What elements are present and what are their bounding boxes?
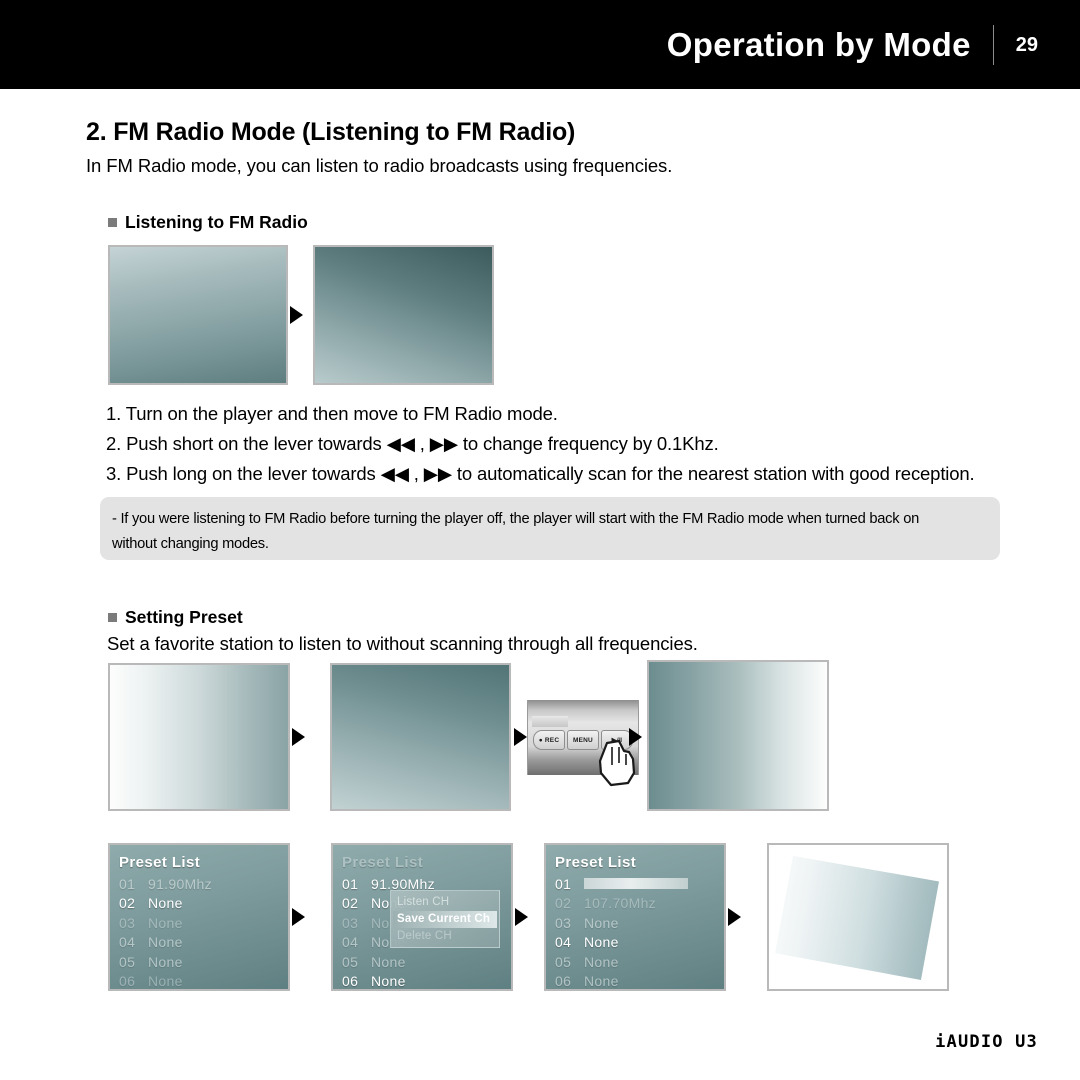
- preset-list-item[interactable]: 06 None: [119, 972, 288, 990]
- screenshot-fm-radio-step2: [313, 245, 494, 385]
- preset-list-rows: 01 02 107.70Mhz 03 None 04 None 05 None …: [555, 874, 724, 990]
- preset-list-item[interactable]: 01: [555, 874, 724, 894]
- preset-value: None: [148, 953, 183, 970]
- square-bullet-icon: [108, 613, 117, 622]
- preset-list-title: Preset List: [119, 854, 201, 871]
- preset-list-item[interactable]: 01 91.90Mhz: [119, 874, 288, 894]
- screenshot-preset-step1: [108, 663, 290, 811]
- menu-item-delete-ch[interactable]: Delete CH: [393, 928, 497, 945]
- device-menu-button[interactable]: MENU: [567, 730, 599, 750]
- flow-arrow-icon: [728, 908, 741, 926]
- preset-value: None: [584, 953, 619, 970]
- step-item-2: 2. Push short on the lever towards ◀◀ , …: [106, 433, 719, 454]
- preset-index: 01: [555, 875, 572, 892]
- flow-arrow-icon: [290, 306, 303, 324]
- preset-list-item[interactable]: 05 None: [555, 952, 724, 972]
- preset-index: 02: [555, 895, 572, 912]
- preset-list-screen-2: Preset List 01 91.90Mhz 02 None 03 None …: [331, 843, 513, 991]
- section-intro: In FM Radio mode, you can listen to radi…: [86, 155, 673, 176]
- device-screen-strip: [532, 716, 568, 727]
- screenshot-preset-step2: [330, 663, 511, 811]
- screenshot-fm-radio-step1: [108, 245, 288, 385]
- preset-index: 03: [342, 914, 359, 931]
- preset-index: 06: [342, 973, 359, 990]
- preset-value: 91.90Mhz: [148, 875, 212, 892]
- preset-index: 06: [555, 973, 572, 990]
- preset-list-item[interactable]: 03 None: [555, 913, 724, 933]
- preset-value: 107.70Mhz: [584, 895, 656, 912]
- page-number: 29: [1015, 33, 1038, 56]
- menu-item-listen-ch[interactable]: Listen CH: [393, 894, 497, 911]
- preset-index: 04: [555, 934, 572, 951]
- screenshot-preset-final: [767, 843, 949, 991]
- preset-index: 04: [119, 934, 136, 951]
- sub-heading-setting-preset: Setting Preset: [108, 607, 243, 628]
- preset-index: 05: [119, 953, 136, 970]
- preset-list-screen-1: Preset List 01 91.90Mhz 02 None 03 None …: [108, 843, 290, 991]
- flow-arrow-icon: [292, 728, 305, 746]
- preset-list-item[interactable]: 05 None: [342, 952, 511, 972]
- preset-value: None: [148, 895, 183, 912]
- preset-index: 04: [342, 934, 359, 951]
- preset-value: None: [148, 914, 183, 931]
- preset-value: None: [148, 973, 183, 990]
- preset-value: None: [584, 934, 619, 951]
- page-header: Operation by Mode 29: [0, 0, 1080, 89]
- step-item-3: 3. Push long on the lever towards ◀◀ , ▶…: [106, 463, 975, 484]
- note-line-2: without changing modes.: [112, 536, 269, 552]
- preset-list-item[interactable]: 05 None: [119, 952, 288, 972]
- preset-list-item[interactable]: 03 None: [119, 913, 288, 933]
- preset-index: 02: [342, 895, 359, 912]
- flow-arrow-icon: [514, 728, 527, 746]
- preset-index: 02: [119, 895, 136, 912]
- note-line-1: - If you were listening to FM Radio befo…: [112, 511, 920, 527]
- header-divider: [992, 24, 994, 65]
- preset-list-rows: 01 91.90Mhz 02 None 03 None 04 None 05 N…: [119, 874, 288, 990]
- preset-list-title: Preset List: [555, 854, 637, 871]
- preset-list-item[interactable]: 04 None: [555, 933, 724, 953]
- preset-value: None: [584, 973, 619, 990]
- device-rec-button[interactable]: ● REC: [533, 730, 565, 750]
- preset-index: 05: [342, 953, 359, 970]
- listening-steps: 1. Turn on the player and then move to F…: [106, 399, 975, 489]
- step-item-1: 1. Turn on the player and then move to F…: [106, 403, 558, 424]
- hand-pointer-icon: [597, 739, 639, 787]
- section-heading: 2. FM Radio Mode (Listening to FM Radio): [86, 118, 576, 146]
- sub-heading-listening-to-fm-radio: Listening to FM Radio: [108, 212, 308, 233]
- preset-index: 06: [119, 973, 136, 990]
- page-title: Operation by Mode: [666, 26, 971, 63]
- preset-list-item[interactable]: 04 None: [119, 933, 288, 953]
- preset-list-item[interactable]: 06 None: [555, 972, 724, 990]
- preset-index: 03: [555, 914, 572, 931]
- preset-index: 01: [119, 875, 136, 892]
- preset-value: None: [584, 914, 619, 931]
- preset-value: None: [371, 973, 406, 990]
- preset-value: None: [371, 953, 406, 970]
- preset-intro: Set a favorite station to listen to with…: [107, 633, 698, 654]
- flow-arrow-icon: [629, 728, 642, 746]
- square-bullet-icon: [108, 218, 117, 227]
- screenshot-preset-step3: [647, 660, 829, 811]
- footer-logo: iAUDIO U3: [935, 1032, 1038, 1052]
- sub-heading-label: Listening to FM Radio: [125, 212, 308, 232]
- preset-index: 03: [119, 914, 136, 931]
- preset-list-item[interactable]: 02 None: [119, 894, 288, 914]
- preset-index: 05: [555, 953, 572, 970]
- preset-list-title: Preset List: [342, 854, 424, 871]
- flow-arrow-icon: [515, 908, 528, 926]
- preset-value-blank-bar: [584, 878, 688, 890]
- preset-list-item[interactable]: 06 None: [342, 972, 511, 990]
- preset-context-menu: Listen CH Save Current Ch Delete CH: [390, 890, 500, 948]
- skewed-screen-shape: [775, 855, 939, 980]
- menu-item-save-current-ch[interactable]: Save Current Ch: [393, 911, 497, 928]
- note-box: - If you were listening to FM Radio befo…: [100, 497, 1000, 560]
- sub-heading-label: Setting Preset: [125, 607, 243, 627]
- preset-index: 01: [342, 875, 359, 892]
- preset-value: None: [148, 934, 183, 951]
- preset-list-item[interactable]: 02 107.70Mhz: [555, 894, 724, 914]
- preset-list-screen-3: Preset List 01 02 107.70Mhz 03 None 04 N…: [544, 843, 726, 991]
- flow-arrow-icon: [292, 908, 305, 926]
